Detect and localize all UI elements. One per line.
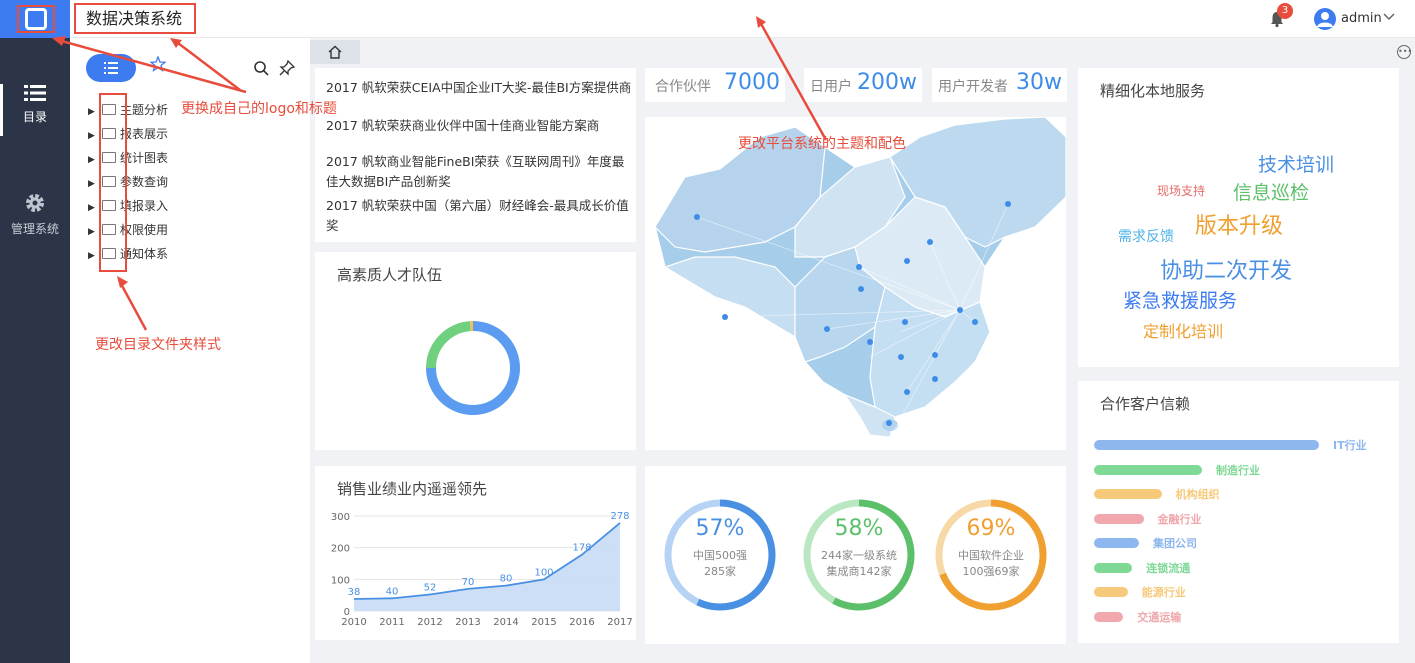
annotation-logo: 更换成自己的logo和标题: [181, 101, 337, 117]
annotation-theme: 更改平台系统的主题和配色: [738, 136, 906, 152]
annotation-folder: 更改目录文件夹样式: [95, 337, 221, 353]
